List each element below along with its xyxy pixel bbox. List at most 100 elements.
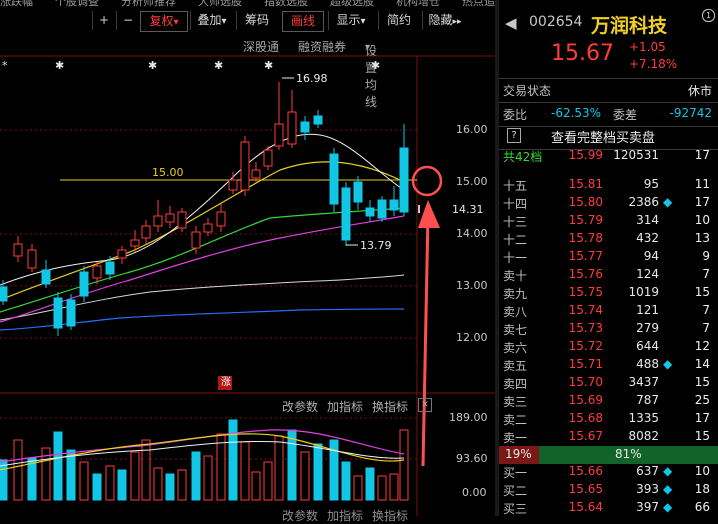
candle-body[interactable]	[274, 123, 284, 147]
volume-bar	[153, 467, 163, 501]
indicator-params-button[interactable]: 改参数	[282, 398, 318, 415]
orderbook-row[interactable]: 卖四 15.70 3437 15	[499, 375, 718, 393]
level-label: 十一	[503, 251, 528, 265]
orderbook-row[interactable]: 买一 15.66 637 ◆ 10	[499, 464, 718, 482]
level-volume: 2386	[628, 195, 659, 209]
level-label: 卖四	[503, 377, 528, 391]
orderbook-row[interactable]: 卖七 15.73 279 7	[499, 321, 718, 339]
indicator-close-button[interactable]: ✕	[418, 398, 432, 412]
stock-name: 万润科技	[591, 15, 668, 37]
candle-body[interactable]	[141, 225, 151, 239]
vol-y-tick: 0.00	[462, 486, 487, 499]
star-marker: ✱	[55, 59, 64, 72]
sell-pct: 19%	[505, 447, 532, 461]
indicator-add-button[interactable]: 加指标	[327, 398, 363, 415]
orderbook-row[interactable]: 十三 15.79 314 10	[499, 213, 718, 231]
candle-body[interactable]	[300, 121, 310, 133]
volume-bar	[399, 429, 409, 501]
candle-body[interactable]	[79, 271, 89, 297]
candle-body[interactable]	[251, 169, 261, 179]
candle-body[interactable]	[341, 187, 351, 241]
kline-chart[interactable]: * ✱ ✱ ✱ ✱ ✱ 16.98 13.79 15.00	[0, 0, 495, 516]
highlight-arrow	[421, 213, 430, 467]
level-volume: 94	[643, 249, 659, 263]
level-count: 11	[694, 177, 710, 191]
level-count: 15	[694, 285, 710, 299]
level-price: 15.65	[568, 482, 603, 496]
candle-body[interactable]	[27, 249, 37, 269]
prev-stock-icon[interactable]: ◀	[505, 14, 517, 32]
orderbook-row[interactable]: 十五 15.81 95 11	[499, 177, 718, 195]
orderbook-row[interactable]: 卖一 15.67 8082 15	[499, 429, 718, 447]
candle-body[interactable]	[240, 141, 250, 191]
candle-body[interactable]	[353, 181, 363, 203]
candle-body[interactable]	[313, 115, 323, 125]
star-marker: ✱	[148, 59, 157, 72]
candle-body[interactable]	[13, 243, 23, 257]
orderbook-row[interactable]: 卖八 15.74 121 7	[499, 303, 718, 321]
candle-body[interactable]	[228, 179, 238, 191]
candle-body[interactable]	[0, 286, 8, 302]
y-tick: 15.00	[456, 175, 488, 188]
candle-body[interactable]	[117, 249, 127, 259]
level-volume: 3437	[628, 375, 659, 389]
level-count: 17	[694, 195, 710, 209]
volume-bar	[53, 431, 63, 501]
candle-body[interactable]	[216, 211, 226, 227]
weicha-value: -92742	[669, 106, 712, 120]
orderbook-row[interactable]: 卖十 15.76 124 7	[499, 267, 718, 285]
weicha-label: 委差	[613, 108, 638, 122]
orderbook-row[interactable]: 卖六 15.72 644 12	[499, 339, 718, 357]
orderbook-row[interactable]: 卖五 15.71 488 ◆ 14	[499, 357, 718, 375]
volume-bar	[141, 439, 151, 501]
orderbook-row[interactable]: 十二 15.78 432 13	[499, 231, 718, 249]
full-book-label: 查看完整档买卖盘	[551, 131, 656, 146]
orderbook-row[interactable]: 十一 15.77 94 9	[499, 249, 718, 267]
info-icon[interactable]: 1	[702, 9, 715, 22]
weibi-label: 委比	[503, 108, 528, 122]
volume-bar	[130, 451, 140, 501]
level-price: 15.66	[568, 464, 603, 478]
candle-body[interactable]	[203, 223, 213, 233]
candle-body[interactable]	[130, 239, 140, 247]
volume-bar	[177, 469, 187, 501]
level-price: 15.68	[568, 411, 603, 425]
level-volume: 397	[636, 500, 659, 514]
candle-body[interactable]	[41, 269, 51, 285]
orderbook-row[interactable]: 十四 15.80 2386 ◆ 17	[499, 195, 718, 213]
candle-body[interactable]	[165, 213, 175, 223]
candle-body[interactable]	[399, 147, 409, 213]
candle-body[interactable]	[365, 207, 375, 217]
orderbook-row[interactable]: 卖三 15.69 787 25	[499, 393, 718, 411]
candle-body[interactable]	[177, 211, 187, 229]
candle-body[interactable]	[53, 297, 63, 329]
candle-body[interactable]	[92, 265, 102, 279]
level-label: 买二	[503, 484, 528, 498]
candle-body[interactable]	[191, 231, 201, 249]
orderbook-row[interactable]: 卖二 15.68 1335 17	[499, 411, 718, 429]
volume-bar	[79, 461, 89, 501]
orderbook-row[interactable]: 买三 15.64 397 ◆ 66	[499, 500, 718, 518]
candle-body[interactable]	[377, 199, 387, 219]
candle-body[interactable]	[105, 261, 115, 275]
candle-body[interactable]	[389, 199, 399, 211]
star-marker: ✱	[214, 59, 223, 72]
level-count: 7	[702, 303, 710, 317]
level-count: 9	[702, 249, 710, 263]
candle-body[interactable]	[153, 215, 163, 227]
full-book-link[interactable]: ? 查看完整档买卖盘	[499, 127, 718, 150]
orderbook-row[interactable]: 买二 15.65 393 ◆ 18	[499, 482, 718, 500]
volume-bar	[341, 461, 351, 501]
volume-bar	[191, 451, 201, 501]
indicator-switch-button[interactable]: 换指标	[372, 398, 408, 415]
level-label: 卖一	[503, 431, 528, 445]
candle-body[interactable]	[287, 111, 297, 145]
candle-body[interactable]	[66, 299, 76, 327]
volume-bar	[216, 433, 226, 501]
candle-body[interactable]	[263, 149, 273, 167]
volume-bar	[13, 439, 23, 501]
orderbook-row[interactable]: 卖九 15.75 1019 15	[499, 285, 718, 303]
candle-body[interactable]	[329, 153, 339, 205]
star-marker: ✱	[371, 59, 380, 72]
level-volume: 637	[636, 464, 659, 478]
